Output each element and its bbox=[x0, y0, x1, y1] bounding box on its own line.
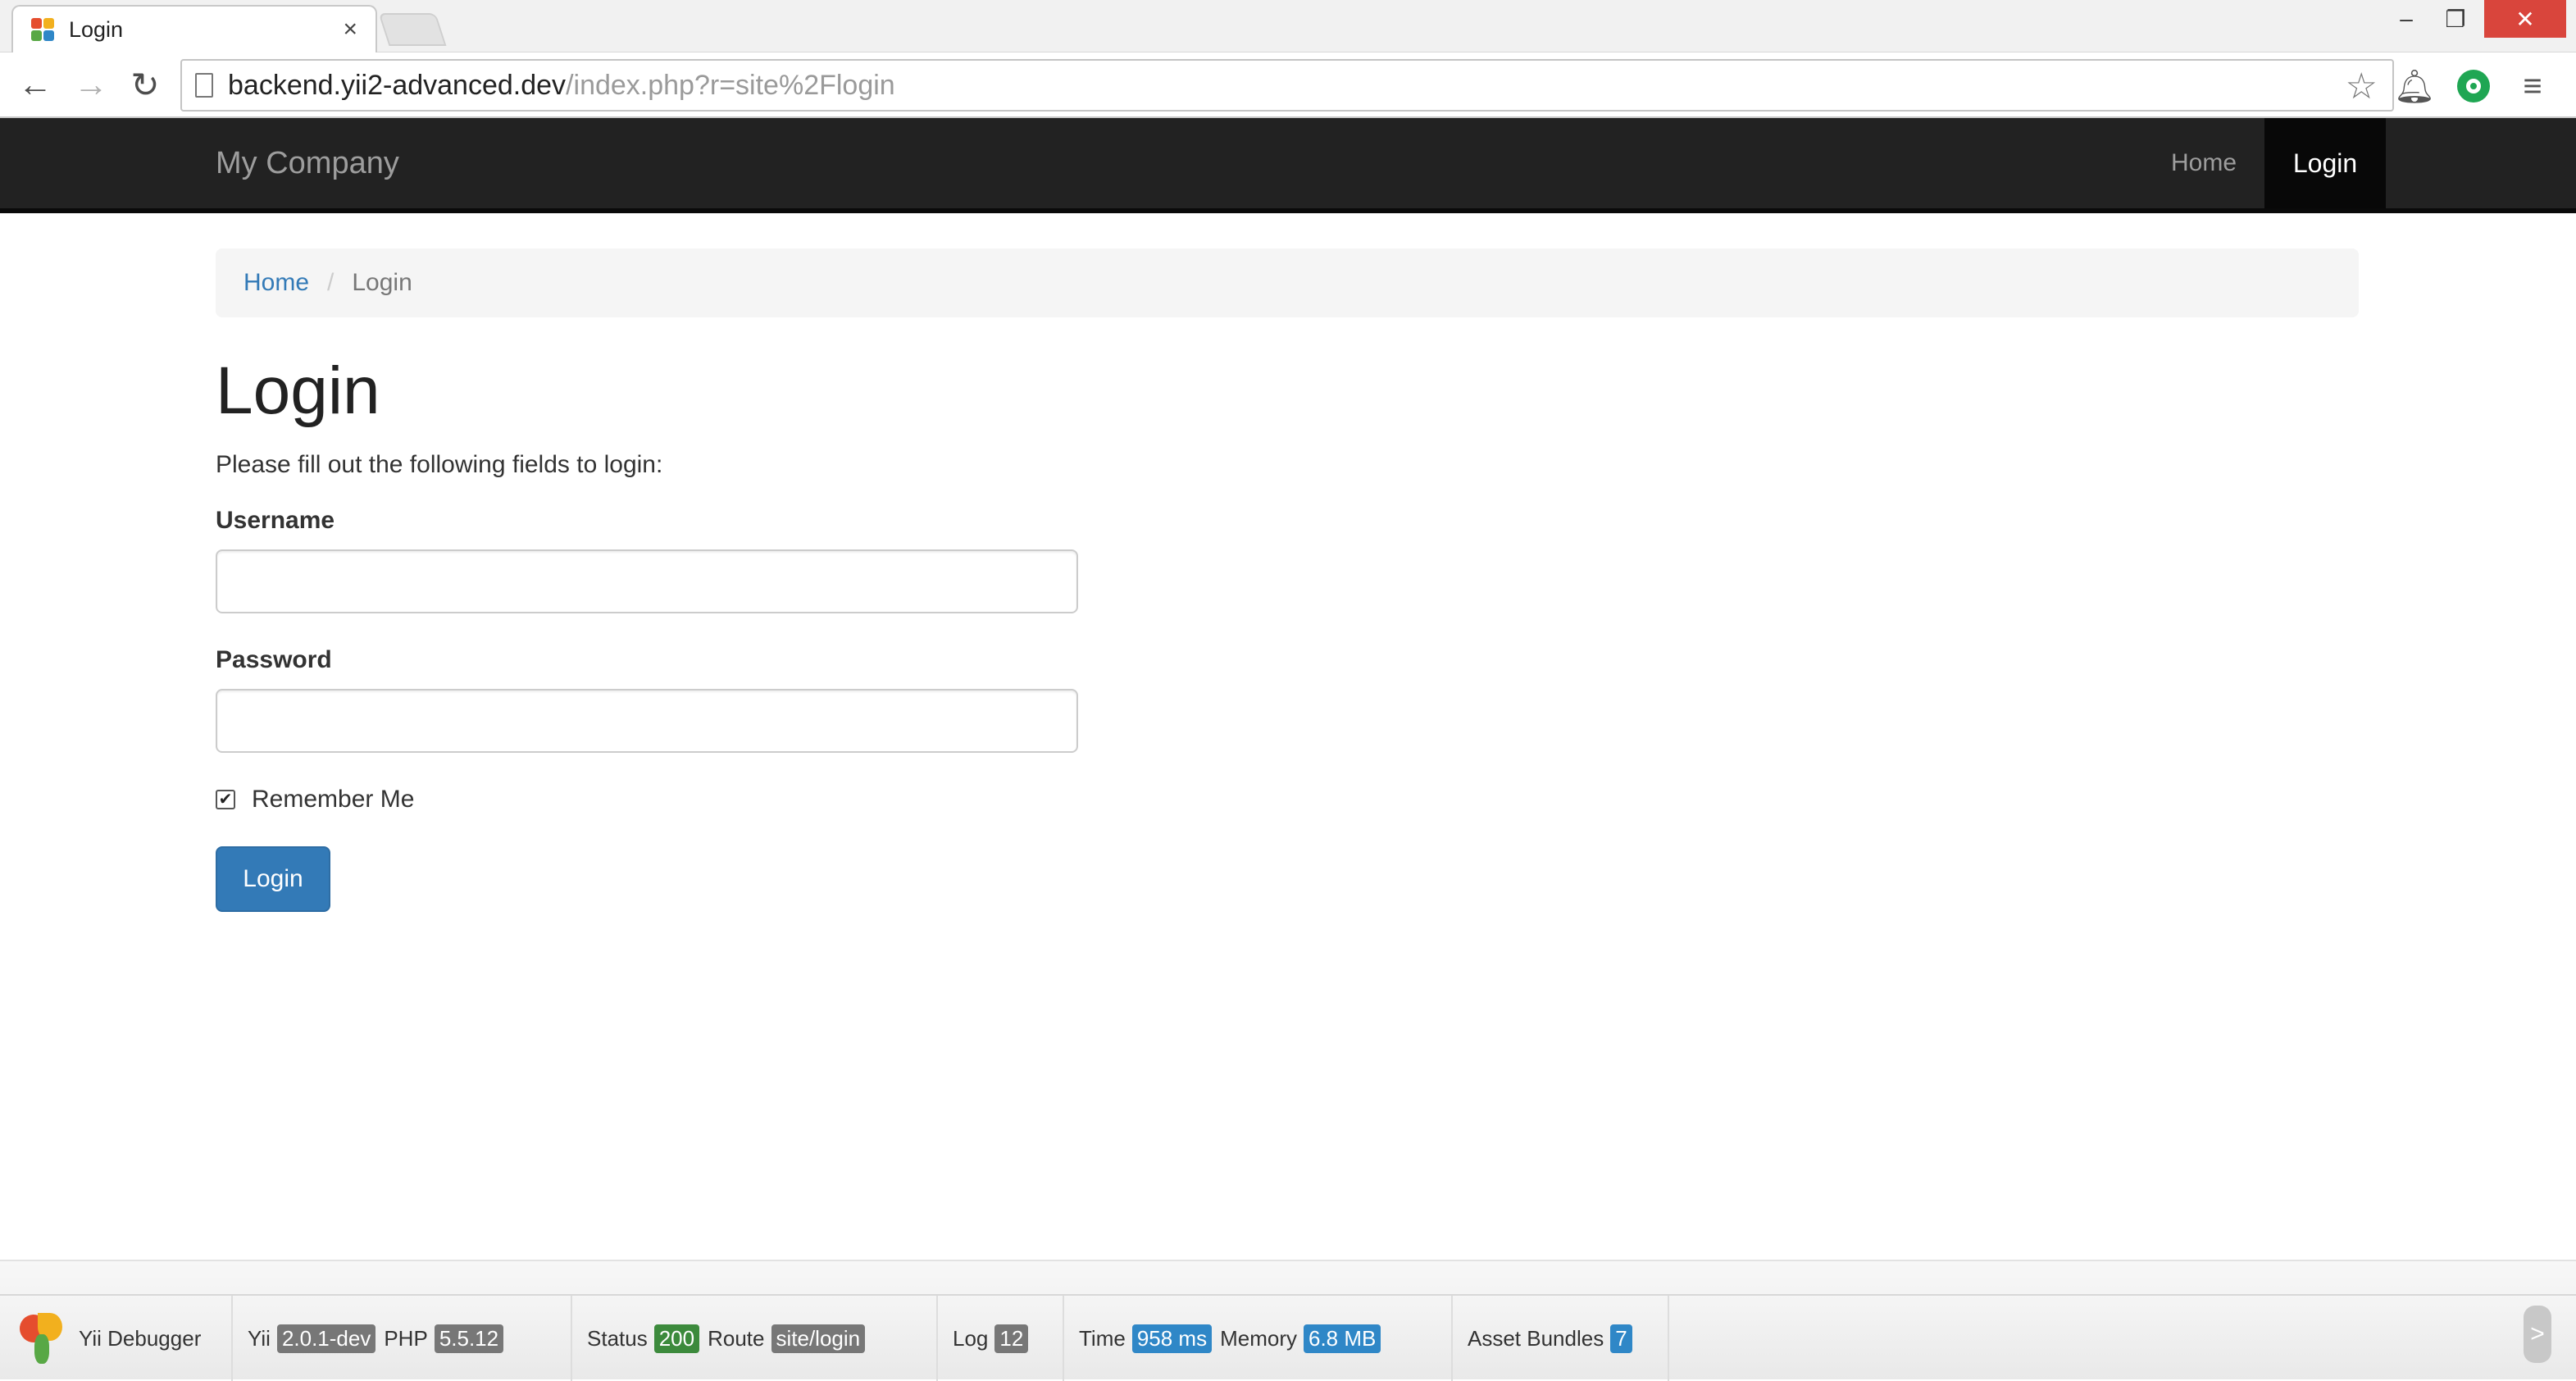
nav-item-home[interactable]: Home bbox=[2146, 118, 2261, 208]
nav-item-login[interactable]: Login bbox=[2264, 118, 2386, 208]
login-button[interactable]: Login bbox=[216, 846, 330, 912]
back-arrow-icon[interactable]: ← bbox=[13, 62, 57, 107]
tab-title: Login bbox=[69, 16, 124, 42]
remember-me-checkbox[interactable]: ✔ bbox=[216, 790, 235, 809]
browser-menu-icon[interactable]: ≡ bbox=[2510, 64, 2555, 108]
debug-block-log[interactable]: Log 12 bbox=[938, 1296, 1064, 1381]
password-label: Password bbox=[216, 646, 332, 673]
debug-block-profiling[interactable]: Time 958 ms Memory 6.8 MB bbox=[1064, 1296, 1453, 1381]
debug-block-request[interactable]: Status 200 Route site/login bbox=[572, 1296, 938, 1381]
url-path: /index.php?r=site%2Flogin bbox=[566, 69, 895, 101]
memory-badge: 6.8 MB bbox=[1303, 1324, 1381, 1353]
route-badge: site/login bbox=[771, 1324, 866, 1353]
debug-block-assets[interactable]: Asset Bundles 7 bbox=[1453, 1296, 1669, 1381]
log-label: Log bbox=[953, 1325, 989, 1351]
tab-close-icon[interactable]: × bbox=[343, 16, 357, 43]
yii-logo-icon bbox=[15, 1310, 69, 1367]
forward-arrow-icon[interactable]: → bbox=[69, 62, 113, 107]
time-badge: 958 ms bbox=[1131, 1324, 1213, 1353]
brand-link[interactable]: My Company bbox=[216, 146, 399, 181]
breadcrumb: Home / Login bbox=[216, 248, 2359, 317]
bookmark-star-icon[interactable]: ☆ bbox=[2346, 66, 2378, 107]
yii-label: Yii bbox=[248, 1325, 271, 1351]
memory-label: Memory bbox=[1220, 1325, 1297, 1351]
extension-icon[interactable] bbox=[2451, 64, 2496, 108]
debug-toolbar-bar: Yii Debugger Yii 2.0.1-dev PHP 5.5.12 St… bbox=[0, 1294, 2576, 1381]
debug-block-versions[interactable]: Yii 2.0.1-dev PHP 5.5.12 bbox=[233, 1296, 572, 1381]
page-title: Login bbox=[216, 353, 380, 428]
remember-me-label[interactable]: Remember Me bbox=[252, 786, 414, 814]
username-label: Username bbox=[216, 507, 335, 534]
breadcrumb-home-link[interactable]: Home bbox=[243, 269, 309, 297]
password-input[interactable] bbox=[216, 689, 1078, 753]
address-bar[interactable]: backend.yii2-advanced.dev/index.php?r=si… bbox=[180, 59, 2394, 112]
breadcrumb-current: Login bbox=[352, 269, 412, 296]
php-version-badge: 5.5.12 bbox=[434, 1324, 504, 1353]
url-host: backend.yii2-advanced.dev bbox=[228, 69, 567, 101]
log-count-badge: 12 bbox=[994, 1324, 1029, 1353]
site-navbar: My Company Home Login bbox=[0, 118, 2576, 213]
reload-icon[interactable]: ↻ bbox=[123, 62, 167, 107]
window-close-button[interactable]: ✕ bbox=[2484, 0, 2566, 38]
page-icon bbox=[195, 73, 213, 98]
route-label: Route bbox=[708, 1325, 765, 1351]
yii-favicon-icon bbox=[31, 18, 54, 41]
browser-tab[interactable]: Login × bbox=[11, 5, 377, 52]
yii-version-badge: 2.0.1-dev bbox=[276, 1324, 376, 1353]
bell-icon[interactable]: 🔔︎ bbox=[2392, 64, 2437, 108]
debugger-name: Yii Debugger bbox=[79, 1325, 202, 1351]
intro-text: Please fill out the following fields to … bbox=[216, 451, 663, 478]
browser-toolbar: ← → ↻ backend.yii2-advanced.dev/index.ph… bbox=[0, 52, 2576, 118]
php-label: PHP bbox=[384, 1325, 428, 1351]
time-label: Time bbox=[1079, 1325, 1126, 1351]
window-restore-button[interactable]: ❐ bbox=[2427, 0, 2484, 38]
breadcrumb-separator: / bbox=[327, 269, 335, 296]
debug-toolbar: Yii Debugger Yii 2.0.1-dev PHP 5.5.12 St… bbox=[0, 1260, 2576, 1381]
status-badge: 200 bbox=[653, 1324, 700, 1353]
username-input[interactable] bbox=[216, 549, 1078, 613]
debug-toolbar-toggle-button[interactable]: > bbox=[2524, 1306, 2551, 1363]
asset-bundles-label: Asset Bundles bbox=[1468, 1325, 1604, 1351]
new-tab-button[interactable] bbox=[378, 13, 447, 46]
browser-tab-bar: Login × – ❐ ✕ bbox=[0, 0, 2576, 52]
debug-block-yii-debugger[interactable]: Yii Debugger bbox=[0, 1296, 233, 1381]
asset-bundles-badge: 7 bbox=[1610, 1324, 1632, 1353]
status-label: Status bbox=[587, 1325, 648, 1351]
remember-me-row: ✔ Remember Me bbox=[216, 786, 414, 814]
